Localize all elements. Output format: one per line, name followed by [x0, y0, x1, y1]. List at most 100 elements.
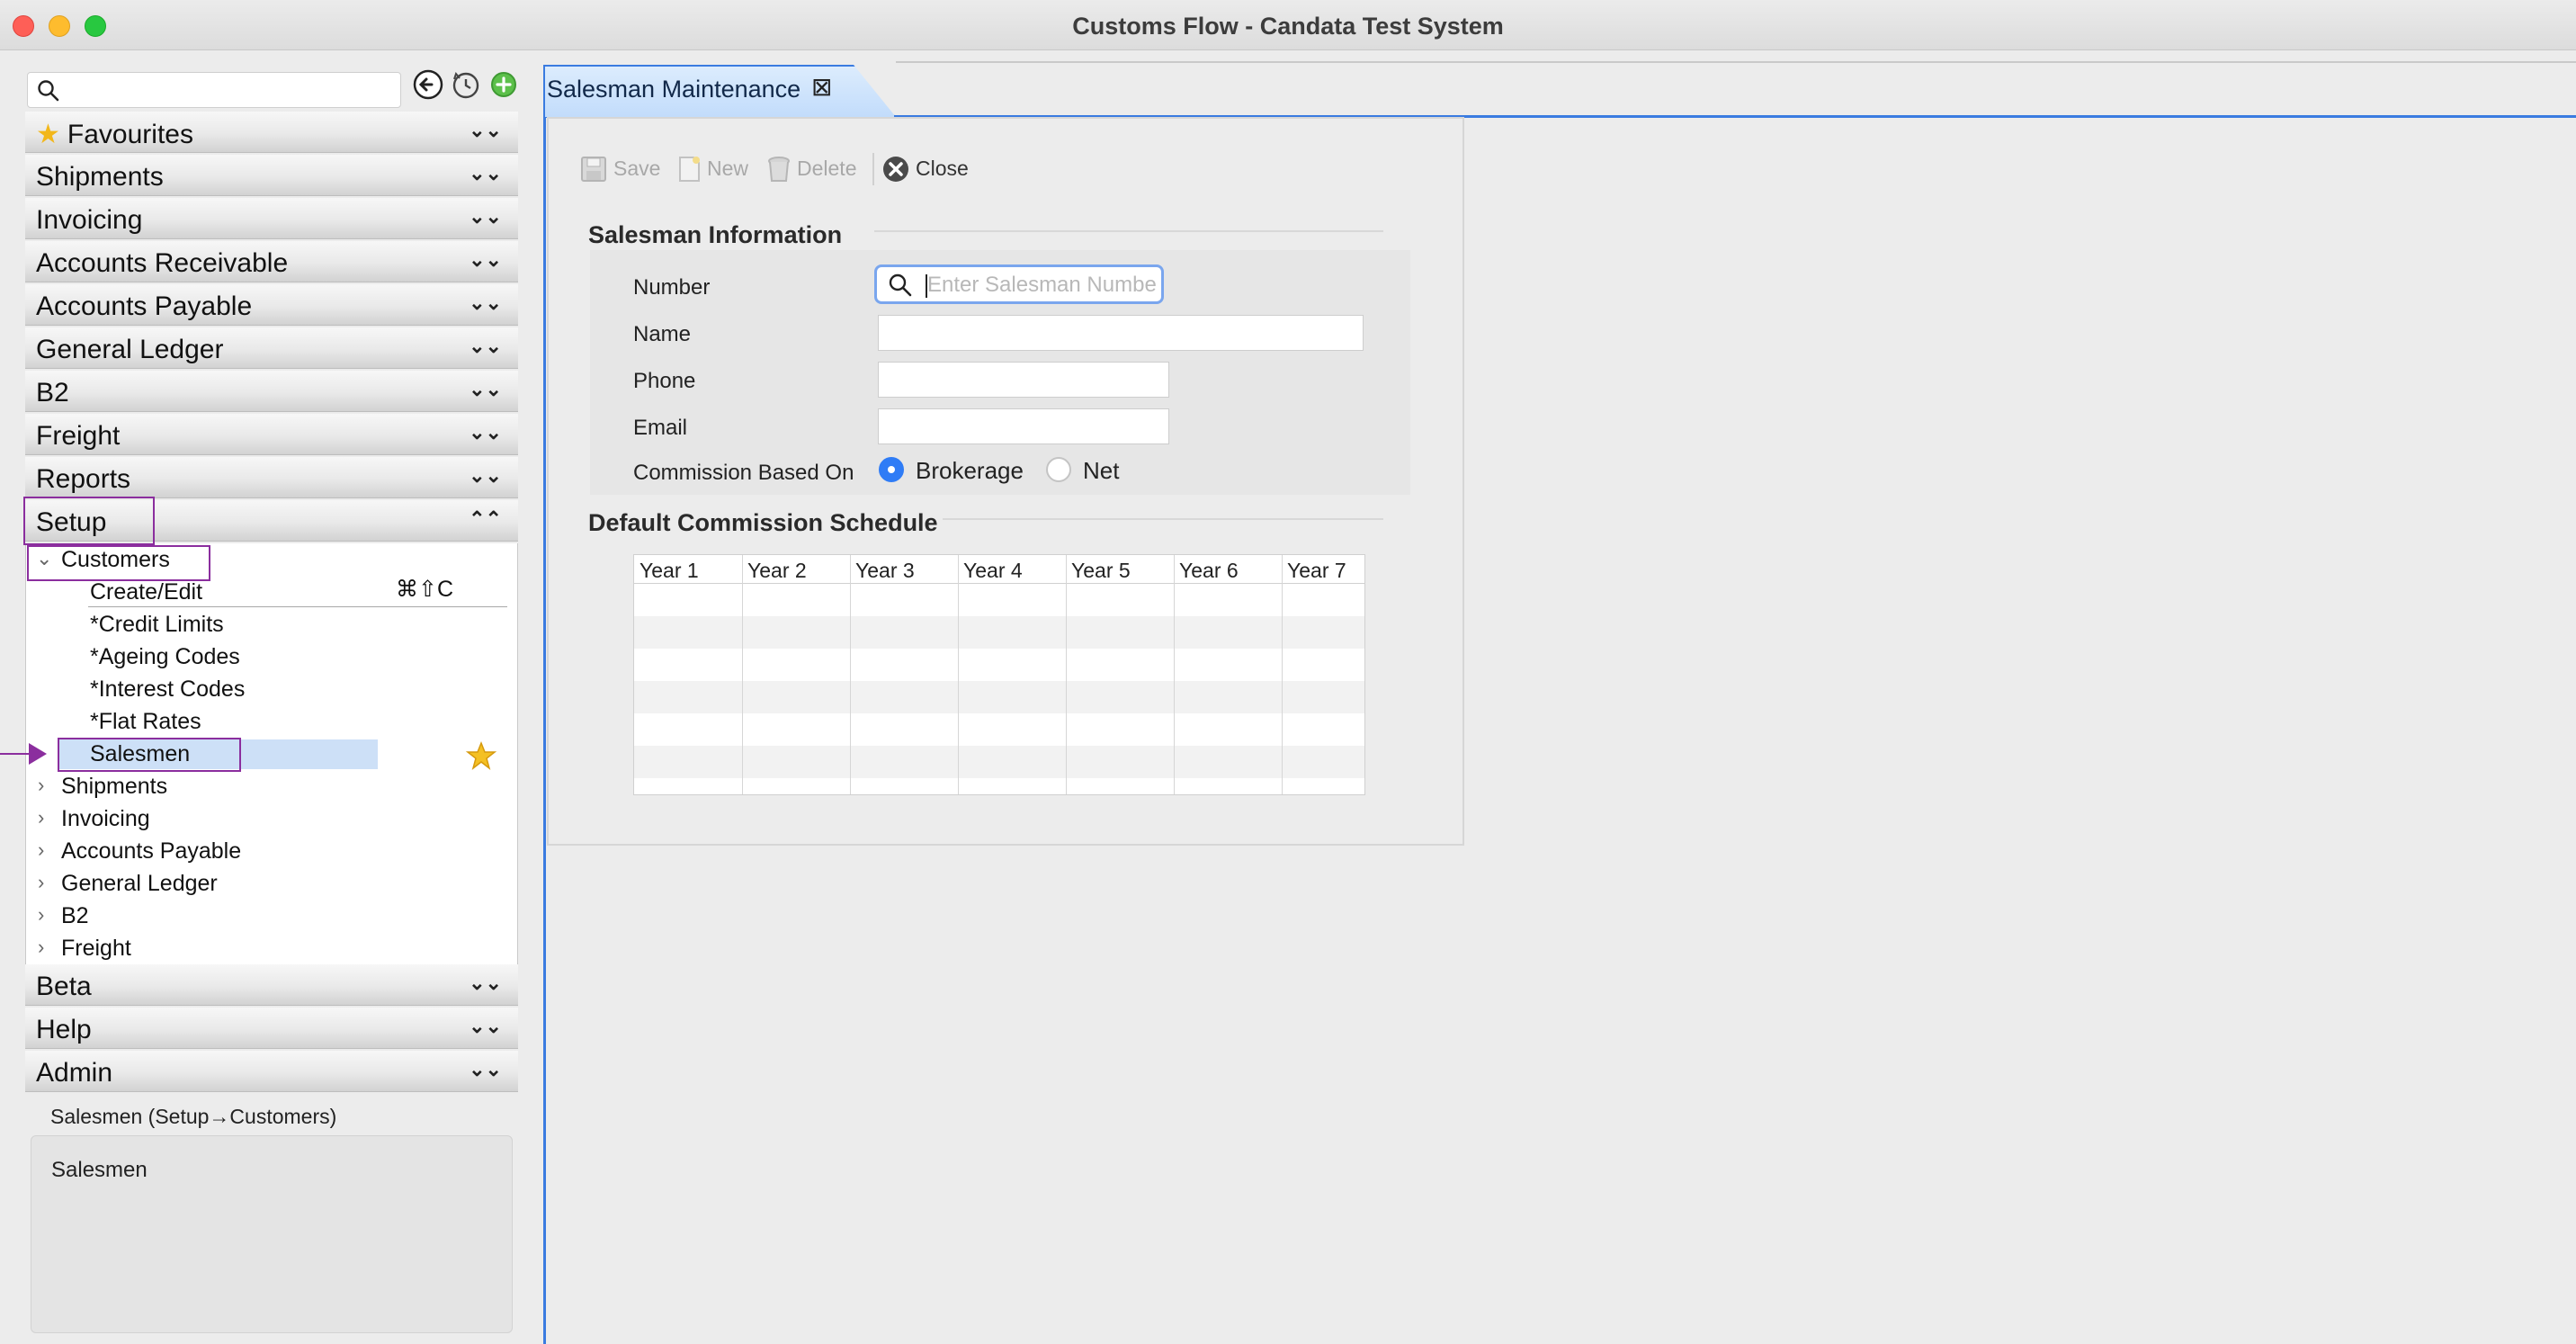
accordion-reports[interactable]: Reports ⌄⌄ — [25, 457, 518, 498]
sidebar-search-box[interactable] — [27, 72, 401, 108]
tree-item-b2[interactable]: B2 — [61, 903, 89, 929]
tree-item-credit-limits[interactable]: *Credit Limits — [90, 612, 224, 638]
chevron-right-icon[interactable]: › — [38, 774, 44, 797]
add-favourite-icon[interactable] — [487, 68, 520, 101]
sidebar-search-input[interactable] — [67, 76, 391, 103]
chevron-right-icon[interactable]: › — [38, 871, 44, 894]
accordion-admin[interactable]: Admin ⌄⌄ — [25, 1051, 518, 1092]
table-row[interactable] — [634, 649, 1364, 681]
accordion-favourites[interactable]: ★ Favourites ⌄⌄ — [25, 112, 518, 153]
phone-field[interactable] — [878, 362, 1169, 398]
commission-schedule-table[interactable]: Year 1 Year 2 Year 3 Year 4 Year 5 Year … — [633, 554, 1365, 795]
tree-item-general-ledger[interactable]: General Ledger — [61, 871, 218, 897]
tree-item-accounts-payable[interactable]: Accounts Payable — [61, 838, 241, 865]
table-row[interactable] — [634, 778, 1364, 811]
tree-item-freight[interactable]: Freight — [61, 936, 131, 962]
column-header-year-6[interactable]: Year 6 — [1179, 559, 1239, 583]
accordion-label: Help — [36, 1015, 92, 1044]
column-header-year-3[interactable]: Year 3 — [855, 559, 915, 583]
annotation-box-customers — [27, 545, 210, 581]
accordion-label: General Ledger — [36, 335, 224, 364]
name-field[interactable] — [878, 315, 1364, 351]
accordion-accounts-receivable[interactable]: Accounts Receivable ⌄⌄ — [25, 241, 518, 282]
tree-item-shipments[interactable]: Shipments — [61, 774, 167, 800]
commission-label: Commission Based On — [633, 461, 854, 485]
accordion-beta[interactable]: Beta ⌄⌄ — [25, 964, 518, 1006]
number-label: Number — [633, 275, 711, 300]
favourite-star-icon[interactable] — [466, 741, 496, 770]
accordion-label: Shipments — [36, 162, 164, 192]
star-icon: ★ — [36, 120, 60, 149]
table-row[interactable] — [634, 616, 1364, 649]
column-divider — [850, 555, 851, 794]
tab-label: Salesman Maintenance — [547, 76, 801, 103]
save-button[interactable]: Save — [613, 157, 660, 181]
table-row[interactable] — [634, 713, 1364, 746]
section-title-schedule: Default Commission Schedule — [588, 509, 938, 536]
accordion-shipments[interactable]: Shipments ⌄⌄ — [25, 155, 518, 196]
chevron-right-icon[interactable]: › — [38, 936, 44, 959]
accordion-label: Admin — [36, 1058, 113, 1088]
column-header-year-1[interactable]: Year 1 — [640, 559, 699, 583]
column-divider — [1174, 555, 1175, 794]
table-header: Year 1 Year 2 Year 3 Year 4 Year 5 Year … — [634, 555, 1364, 584]
table-row[interactable] — [634, 746, 1364, 778]
new-button[interactable]: New — [707, 157, 748, 181]
tree-item-create-edit[interactable]: Create/Edit — [90, 579, 202, 605]
table-row[interactable] — [634, 584, 1364, 616]
description-panel: Salesmen — [31, 1135, 513, 1333]
shortcut-create-edit: ⌘⇧C — [396, 577, 454, 602]
close-button[interactable]: Close — [916, 157, 969, 181]
chevron-double-down-icon: ⌄⌄ — [469, 248, 502, 271]
section-divider — [943, 518, 1383, 520]
chevron-double-down-icon: ⌄⌄ — [469, 162, 502, 184]
accordion-freight[interactable]: Freight ⌄⌄ — [25, 414, 518, 455]
new-document-icon — [679, 157, 700, 182]
tree-item-invoicing[interactable]: Invoicing — [61, 806, 150, 832]
accordion-accounts-payable[interactable]: Accounts Payable ⌄⌄ — [25, 284, 518, 326]
section-divider — [874, 230, 1383, 232]
accordion-label: Accounts Receivable — [36, 248, 289, 278]
selected-path-label: Salesmen (Setup→Customers) — [50, 1105, 337, 1128]
brokerage-radio[interactable] — [879, 457, 904, 482]
accordion-help[interactable]: Help ⌄⌄ — [25, 1008, 518, 1049]
column-divider — [742, 555, 743, 794]
toolbar-divider — [872, 153, 874, 185]
table-row[interactable] — [634, 681, 1364, 713]
chevron-right-icon[interactable]: › — [38, 806, 44, 829]
column-divider — [958, 555, 959, 794]
number-input[interactable] — [927, 273, 1158, 298]
delete-button[interactable]: Delete — [797, 157, 856, 181]
tree-item-interest-codes[interactable]: *Interest Codes — [90, 676, 245, 703]
accordion-label: Accounts Payable — [36, 291, 253, 321]
brokerage-radio-label[interactable]: Brokerage — [916, 457, 1024, 485]
back-icon[interactable] — [412, 68, 444, 101]
chevron-double-down-icon: ⌄⌄ — [469, 1058, 502, 1080]
email-field[interactable] — [878, 408, 1169, 444]
accordion-label: Reports — [36, 464, 131, 494]
accordion-invoicing[interactable]: Invoicing ⌄⌄ — [25, 198, 518, 239]
net-radio-label[interactable]: Net — [1083, 457, 1119, 485]
accordion-b2[interactable]: B2 ⌄⌄ — [25, 371, 518, 412]
tree-item-flat-rates[interactable]: *Flat Rates — [90, 709, 201, 735]
chevron-double-down-icon: ⌄⌄ — [469, 119, 502, 141]
chevron-double-down-icon: ⌄⌄ — [469, 1015, 502, 1037]
tree-item-ageing-codes[interactable]: *Ageing Codes — [90, 644, 240, 670]
column-header-year-4[interactable]: Year 4 — [963, 559, 1023, 583]
column-header-year-2[interactable]: Year 2 — [747, 559, 807, 583]
chevron-double-down-icon: ⌄⌄ — [469, 464, 502, 487]
chevron-right-icon[interactable]: › — [38, 838, 44, 862]
search-icon — [889, 273, 912, 297]
accordion-general-ledger[interactable]: General Ledger ⌄⌄ — [25, 327, 518, 369]
column-header-year-5[interactable]: Year 5 — [1071, 559, 1131, 583]
email-label: Email — [633, 416, 688, 440]
title-bar: Customs Flow - Candata Test System — [0, 0, 2576, 50]
search-icon — [38, 80, 59, 102]
number-field[interactable] — [874, 264, 1164, 304]
tab-close-icon[interactable]: ⊠ — [811, 72, 832, 102]
column-header-year-7[interactable]: Year 7 — [1287, 559, 1346, 583]
description-text: Salesmen — [51, 1158, 148, 1182]
net-radio[interactable] — [1046, 457, 1071, 482]
history-icon[interactable] — [450, 68, 482, 101]
chevron-right-icon[interactable]: › — [38, 903, 44, 927]
